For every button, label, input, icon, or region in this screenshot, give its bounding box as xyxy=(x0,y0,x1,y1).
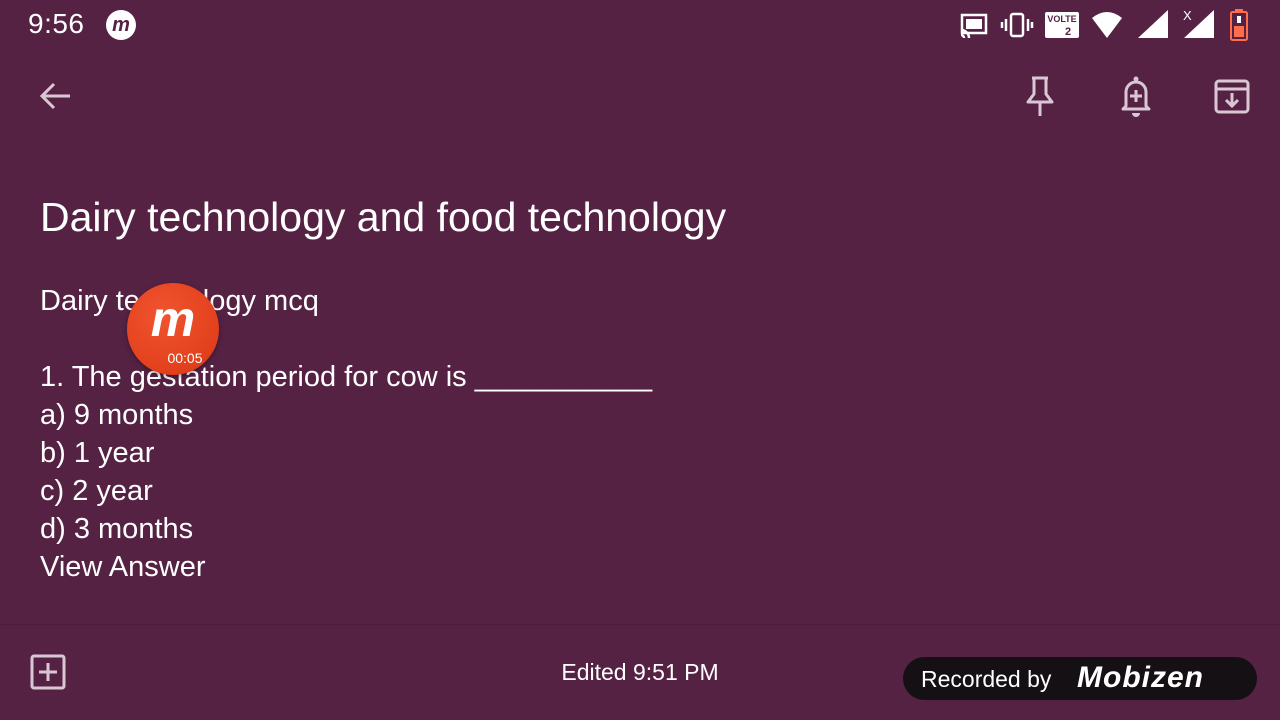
recorded-by-watermark: Recorded by Mobizen xyxy=(903,657,1257,700)
reminder-button[interactable] xyxy=(1108,68,1164,124)
status-bar: 9:56 m VOLTE 2 X xyxy=(0,0,1280,50)
recording-bubble[interactable]: m 00:05 xyxy=(127,283,219,375)
mobizen-bubble-icon: m xyxy=(150,291,196,347)
signal-no-data-icon: X xyxy=(1183,8,1214,38)
note-subtitle: Dairy technology mcq xyxy=(40,285,319,317)
bottom-bar: Edited 9:51 PM Recorded by Mobizen xyxy=(0,624,1280,720)
signal-icon xyxy=(1138,10,1168,38)
status-time: 9:56 xyxy=(28,8,85,39)
vibrate-icon xyxy=(1000,12,1034,38)
mobizen-logo: Mobizen xyxy=(1077,661,1204,694)
back-button[interactable] xyxy=(28,68,84,124)
option-b: b) 1 year xyxy=(40,437,155,469)
wifi-icon xyxy=(1092,12,1122,38)
view-answer-text: View Answer xyxy=(40,551,206,583)
recording-timer: 00:05 xyxy=(167,350,203,366)
volte-icon: VOLTE 2 xyxy=(1045,12,1079,38)
pin-button[interactable] xyxy=(1012,68,1068,124)
archive-button[interactable] xyxy=(1204,68,1260,124)
option-a: a) 9 months xyxy=(40,399,194,431)
status-icons: VOLTE 2 X xyxy=(958,8,1258,42)
note-body[interactable]: Dairy technology mcq 1. The gestation pe… xyxy=(40,282,1240,586)
option-c: c) 2 year xyxy=(40,475,153,507)
sim-label: 2 xyxy=(1065,26,1071,38)
volte-label: VOLTE xyxy=(1047,14,1076,24)
archive-icon xyxy=(1214,79,1250,114)
cast-icon xyxy=(960,13,988,39)
note-title[interactable]: Dairy technology and food technology xyxy=(40,194,726,241)
recorded-by-label: Recorded by xyxy=(921,666,1052,692)
battery-low-icon xyxy=(1230,9,1248,41)
back-arrow-icon xyxy=(39,82,70,110)
keep-note-screen: 9:56 m VOLTE 2 X Dairy technology and fo… xyxy=(0,0,1280,720)
reminder-bell-icon xyxy=(1121,76,1151,117)
option-d: d) 3 months xyxy=(40,513,194,545)
no-data-mark: X xyxy=(1183,8,1192,23)
pin-icon xyxy=(1026,76,1054,116)
mobizen-status-icon: m xyxy=(106,10,136,40)
